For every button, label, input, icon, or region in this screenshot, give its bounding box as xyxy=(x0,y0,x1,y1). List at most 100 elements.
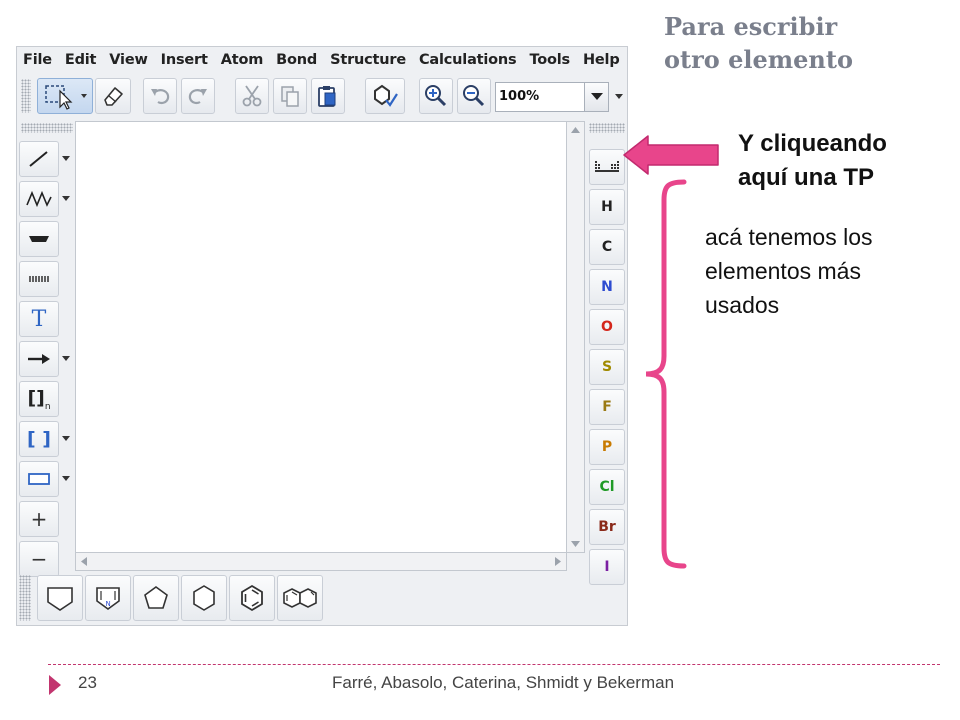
element-button-c[interactable]: C xyxy=(589,229,625,265)
bold-bond-icon xyxy=(29,236,49,242)
marvin-sketch-window: File Edit View Insert Atom Bond Structur… xyxy=(16,46,628,626)
right-toolbar-grip[interactable] xyxy=(589,123,625,133)
menu-view[interactable]: View xyxy=(109,52,148,68)
left-toolbar-grip[interactable] xyxy=(21,123,73,133)
element-button-o[interactable]: O xyxy=(589,309,625,345)
rectangle-tool[interactable] xyxy=(19,461,70,497)
element-button-f[interactable]: F xyxy=(589,389,625,425)
callout-line: aquí una TP xyxy=(738,164,875,191)
decrease-charge-tool[interactable]: − xyxy=(19,541,59,577)
toolbar-grip[interactable] xyxy=(21,79,31,113)
pentagon-template-icon xyxy=(47,587,73,611)
callout-line: usados xyxy=(705,292,780,318)
element-symbol: C xyxy=(601,239,613,255)
callout-common-elements: acá tenemos los elementos más usados xyxy=(705,220,945,322)
chevron-down-icon[interactable] xyxy=(62,196,70,202)
zoom-level-field[interactable]: 100% xyxy=(495,82,585,112)
rectangle-icon xyxy=(28,473,50,485)
zoom-out-button[interactable] xyxy=(457,78,491,114)
element-button-cl[interactable]: Cl xyxy=(589,469,625,505)
template-button-cyclohexane[interactable] xyxy=(181,575,227,621)
template-toolbar-grip[interactable] xyxy=(19,575,31,621)
template-button-benzene[interactable] xyxy=(229,575,275,621)
scroll-left-button[interactable] xyxy=(76,553,92,569)
element-button-h[interactable]: H xyxy=(589,189,625,225)
scroll-down-button[interactable] xyxy=(567,536,583,552)
bracket-subscript: n xyxy=(44,401,51,412)
menu-structure[interactable]: Structure xyxy=(330,52,406,68)
template-button-pentagon[interactable] xyxy=(37,575,83,621)
scroll-up-button[interactable] xyxy=(567,122,583,138)
footer-divider xyxy=(48,664,940,665)
element-symbol: O xyxy=(601,319,613,335)
undo-button[interactable] xyxy=(143,78,177,114)
plus-icon: + xyxy=(30,507,48,531)
toolbar-overflow-button[interactable] xyxy=(613,84,625,110)
pyrrole-template-icon: N xyxy=(96,587,120,610)
template-button-pyrrole[interactable]: N xyxy=(85,575,131,621)
redo-button[interactable] xyxy=(181,78,215,114)
template-button-naphthalene[interactable] xyxy=(277,575,323,621)
chevron-down-icon[interactable] xyxy=(62,476,70,482)
curly-brace-icon xyxy=(645,179,687,569)
wedge-bond-tool[interactable] xyxy=(19,221,59,257)
menu-atom[interactable]: Atom xyxy=(221,52,264,68)
chevron-down-icon xyxy=(615,94,623,99)
scroll-right-button[interactable] xyxy=(550,553,566,569)
page-number: 23 xyxy=(78,673,97,692)
zoom-dropdown-button[interactable] xyxy=(585,82,609,112)
chevron-up-icon xyxy=(570,127,580,133)
erase-button[interactable] xyxy=(95,78,131,114)
redo-icon xyxy=(188,89,207,105)
chevron-down-icon[interactable] xyxy=(62,356,70,362)
footer-credit: Farré, Abasolo, Caterina, Shmidt y Beker… xyxy=(332,673,675,692)
zoom-in-button[interactable] xyxy=(419,78,453,114)
menu-help[interactable]: Help xyxy=(583,52,620,68)
chevron-down-icon[interactable] xyxy=(62,436,70,442)
menu-tools[interactable]: Tools xyxy=(529,52,570,68)
increase-charge-tool[interactable]: + xyxy=(19,501,59,537)
slide-title-line: Para escribir xyxy=(664,12,838,41)
element-button-i[interactable]: I xyxy=(589,549,625,585)
repeating-unit-tool[interactable]: []n xyxy=(19,381,59,417)
element-symbol: P xyxy=(601,439,613,455)
single-bond-icon xyxy=(29,151,48,167)
template-toolbar: N xyxy=(35,575,341,623)
chevron-down-icon[interactable] xyxy=(62,156,70,162)
menu-file[interactable]: File xyxy=(23,52,52,68)
hashed-bond-tool[interactable] xyxy=(19,261,59,297)
vertical-scrollbar[interactable] xyxy=(567,121,585,553)
reaction-arrow-tool[interactable] xyxy=(19,341,70,377)
element-symbol: Br xyxy=(598,519,616,535)
element-button-p[interactable]: P xyxy=(589,429,625,465)
menu-bond[interactable]: Bond xyxy=(276,52,317,68)
selection-button[interactable] xyxy=(37,78,93,114)
bracket-tool[interactable]: [ ] xyxy=(19,421,70,457)
menu-insert[interactable]: Insert xyxy=(161,52,208,68)
drawing-canvas[interactable] xyxy=(75,121,567,553)
element-symbol: I xyxy=(604,559,610,575)
eraser-icon xyxy=(104,87,123,106)
element-button-br[interactable]: Br xyxy=(589,509,625,545)
text-tool[interactable]: T xyxy=(19,301,59,337)
menu-bar: File Edit View Insert Atom Bond Structur… xyxy=(17,47,627,73)
paste-button[interactable] xyxy=(311,78,345,114)
naphthalene-template-icon xyxy=(283,588,317,608)
bracket-n-icon: []n xyxy=(27,387,50,412)
cut-button[interactable] xyxy=(235,78,269,114)
copy-button[interactable] xyxy=(273,78,307,114)
element-button-n[interactable]: N xyxy=(589,269,625,305)
clean-structure-button[interactable] xyxy=(365,78,405,114)
periodic-table-button[interactable] xyxy=(589,149,625,185)
single-bond-tool[interactable] xyxy=(19,141,70,177)
menu-edit[interactable]: Edit xyxy=(65,52,97,68)
chain-icon xyxy=(26,190,52,208)
triangle-bullet-icon xyxy=(49,675,61,695)
cyclopentane-template-icon xyxy=(144,586,168,609)
cyclohexane-template-icon xyxy=(193,585,215,611)
horizontal-scrollbar[interactable] xyxy=(75,553,567,571)
element-button-s[interactable]: S xyxy=(589,349,625,385)
menu-calculations[interactable]: Calculations xyxy=(419,52,517,68)
chain-tool[interactable] xyxy=(19,181,70,217)
template-button-cyclopentane[interactable] xyxy=(133,575,179,621)
